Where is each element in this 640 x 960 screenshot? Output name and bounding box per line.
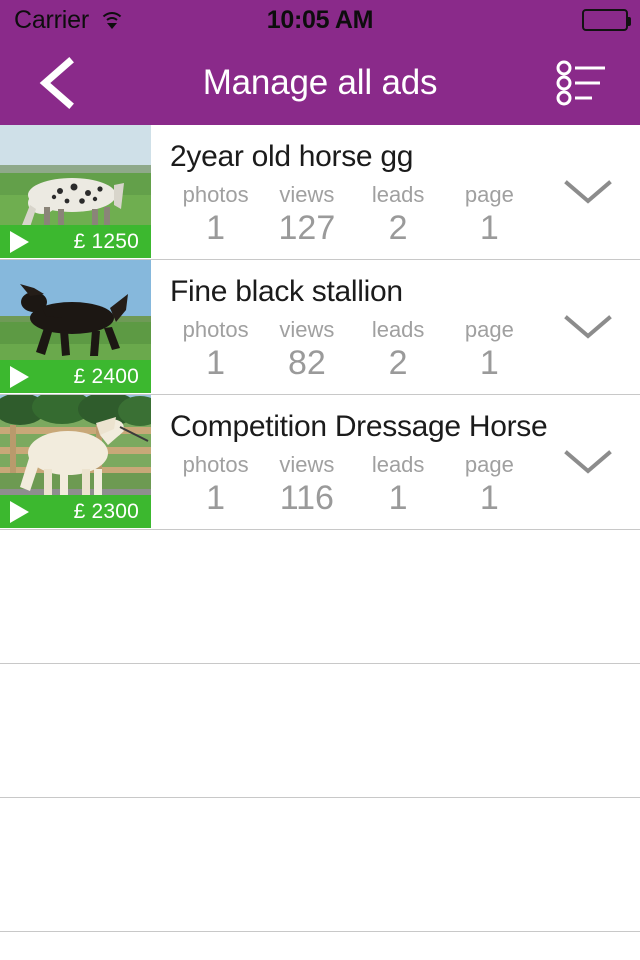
stat-page: page 1: [444, 182, 535, 248]
ads-list: £ 1250 2year old horse gg photos 1 views…: [0, 125, 640, 932]
stat-label-page: page: [464, 452, 514, 477]
stat-label-views: views: [279, 182, 335, 207]
stat-label-page: page: [464, 182, 514, 207]
stat-value-photos: 1: [206, 344, 226, 383]
stat-value-views: 127: [278, 209, 336, 248]
stat-value-photos: 1: [206, 479, 226, 518]
ad-details: Fine black stallion photos 1 views 82 le…: [151, 260, 640, 394]
expand-row-button[interactable]: [535, 125, 640, 258]
stat-value-leads: 1: [388, 479, 408, 518]
stat-value-views: 116: [279, 479, 334, 518]
ad-details: 2year old horse gg photos 1 views 127 le…: [151, 125, 640, 259]
empty-list-row: [0, 530, 640, 664]
chevron-down-icon: [563, 314, 612, 339]
stat-value-page: 1: [479, 344, 499, 383]
ad-thumbnail[interactable]: £ 2400: [0, 260, 151, 393]
table-row[interactable]: £ 2400 Fine black stallion photos 1 view…: [0, 260, 640, 395]
stat-label-views: views: [279, 452, 335, 477]
ad-stats: photos 1 views 116 leads 1 page 1: [170, 452, 535, 518]
status-bar: Carrier 10:05 AM: [0, 0, 640, 40]
chevron-down-icon: [563, 449, 612, 474]
status-bar-right: [582, 9, 631, 31]
stat-page: page 1: [444, 452, 535, 518]
stat-value-leads: 2: [388, 209, 408, 248]
stat-page: page 1: [444, 317, 535, 383]
chevron-down-icon: [563, 179, 612, 204]
navigation-bar: Manage all ads: [0, 40, 640, 125]
stat-photos: photos 1: [170, 452, 261, 518]
stat-views: views 116: [261, 452, 352, 518]
list-options-icon[interactable]: [556, 60, 608, 106]
stat-label-photos: photos: [182, 452, 249, 477]
stat-value-page: 1: [479, 479, 499, 518]
table-row[interactable]: £ 1250 2year old horse gg photos 1 views…: [0, 125, 640, 260]
app-screen: Carrier 10:05 AM Manage all ads £ 1250 2…: [0, 0, 640, 960]
empty-list-row: [0, 798, 640, 932]
price-banner: £ 1250: [0, 225, 151, 258]
stat-label-leads: leads: [371, 182, 425, 207]
battery-full-icon: [582, 9, 631, 31]
stat-label-page: page: [464, 317, 514, 342]
stat-views: views 82: [261, 317, 352, 383]
stat-leads: leads 1: [353, 452, 444, 518]
page-title: Manage all ads: [202, 62, 438, 102]
stat-views: views 127: [261, 182, 352, 248]
play-triangle-icon[interactable]: [10, 365, 29, 388]
empty-list-row: [0, 664, 640, 798]
stat-label-photos: photos: [182, 182, 249, 207]
price-banner: £ 2400: [0, 360, 151, 393]
status-bar-time: 10:05 AM: [266, 5, 374, 34]
ad-thumbnail[interactable]: £ 1250: [0, 125, 151, 258]
stat-label-leads: leads: [371, 317, 425, 342]
ad-details: Competition Dressage Horse photos 1 view…: [151, 395, 640, 529]
stat-value-page: 1: [479, 209, 499, 248]
play-triangle-icon[interactable]: [10, 500, 29, 523]
stat-photos: photos 1: [170, 317, 261, 383]
ad-thumbnail[interactable]: £ 2300: [0, 395, 151, 528]
ad-price: £ 1250: [73, 229, 139, 253]
price-banner: £ 2300: [0, 495, 151, 528]
stat-label-leads: leads: [371, 452, 425, 477]
stat-photos: photos 1: [170, 182, 261, 248]
play-triangle-icon[interactable]: [10, 230, 29, 253]
ad-price: £ 2400: [73, 364, 139, 388]
expand-row-button[interactable]: [535, 395, 640, 528]
stat-leads: leads 2: [353, 182, 444, 248]
ad-stats: photos 1 views 82 leads 2 page 1: [170, 317, 535, 383]
ad-stats: photos 1 views 127 leads 2 page 1: [170, 182, 535, 248]
ad-price: £ 2300: [73, 499, 139, 523]
expand-row-button[interactable]: [535, 260, 640, 393]
stat-value-views: 82: [287, 344, 326, 383]
stat-value-leads: 2: [388, 344, 408, 383]
table-row[interactable]: £ 2300 Competition Dressage Horse photos…: [0, 395, 640, 530]
stat-label-photos: photos: [182, 317, 249, 342]
stat-value-photos: 1: [206, 209, 226, 248]
stat-leads: leads 2: [353, 317, 444, 383]
stat-label-views: views: [279, 317, 335, 342]
